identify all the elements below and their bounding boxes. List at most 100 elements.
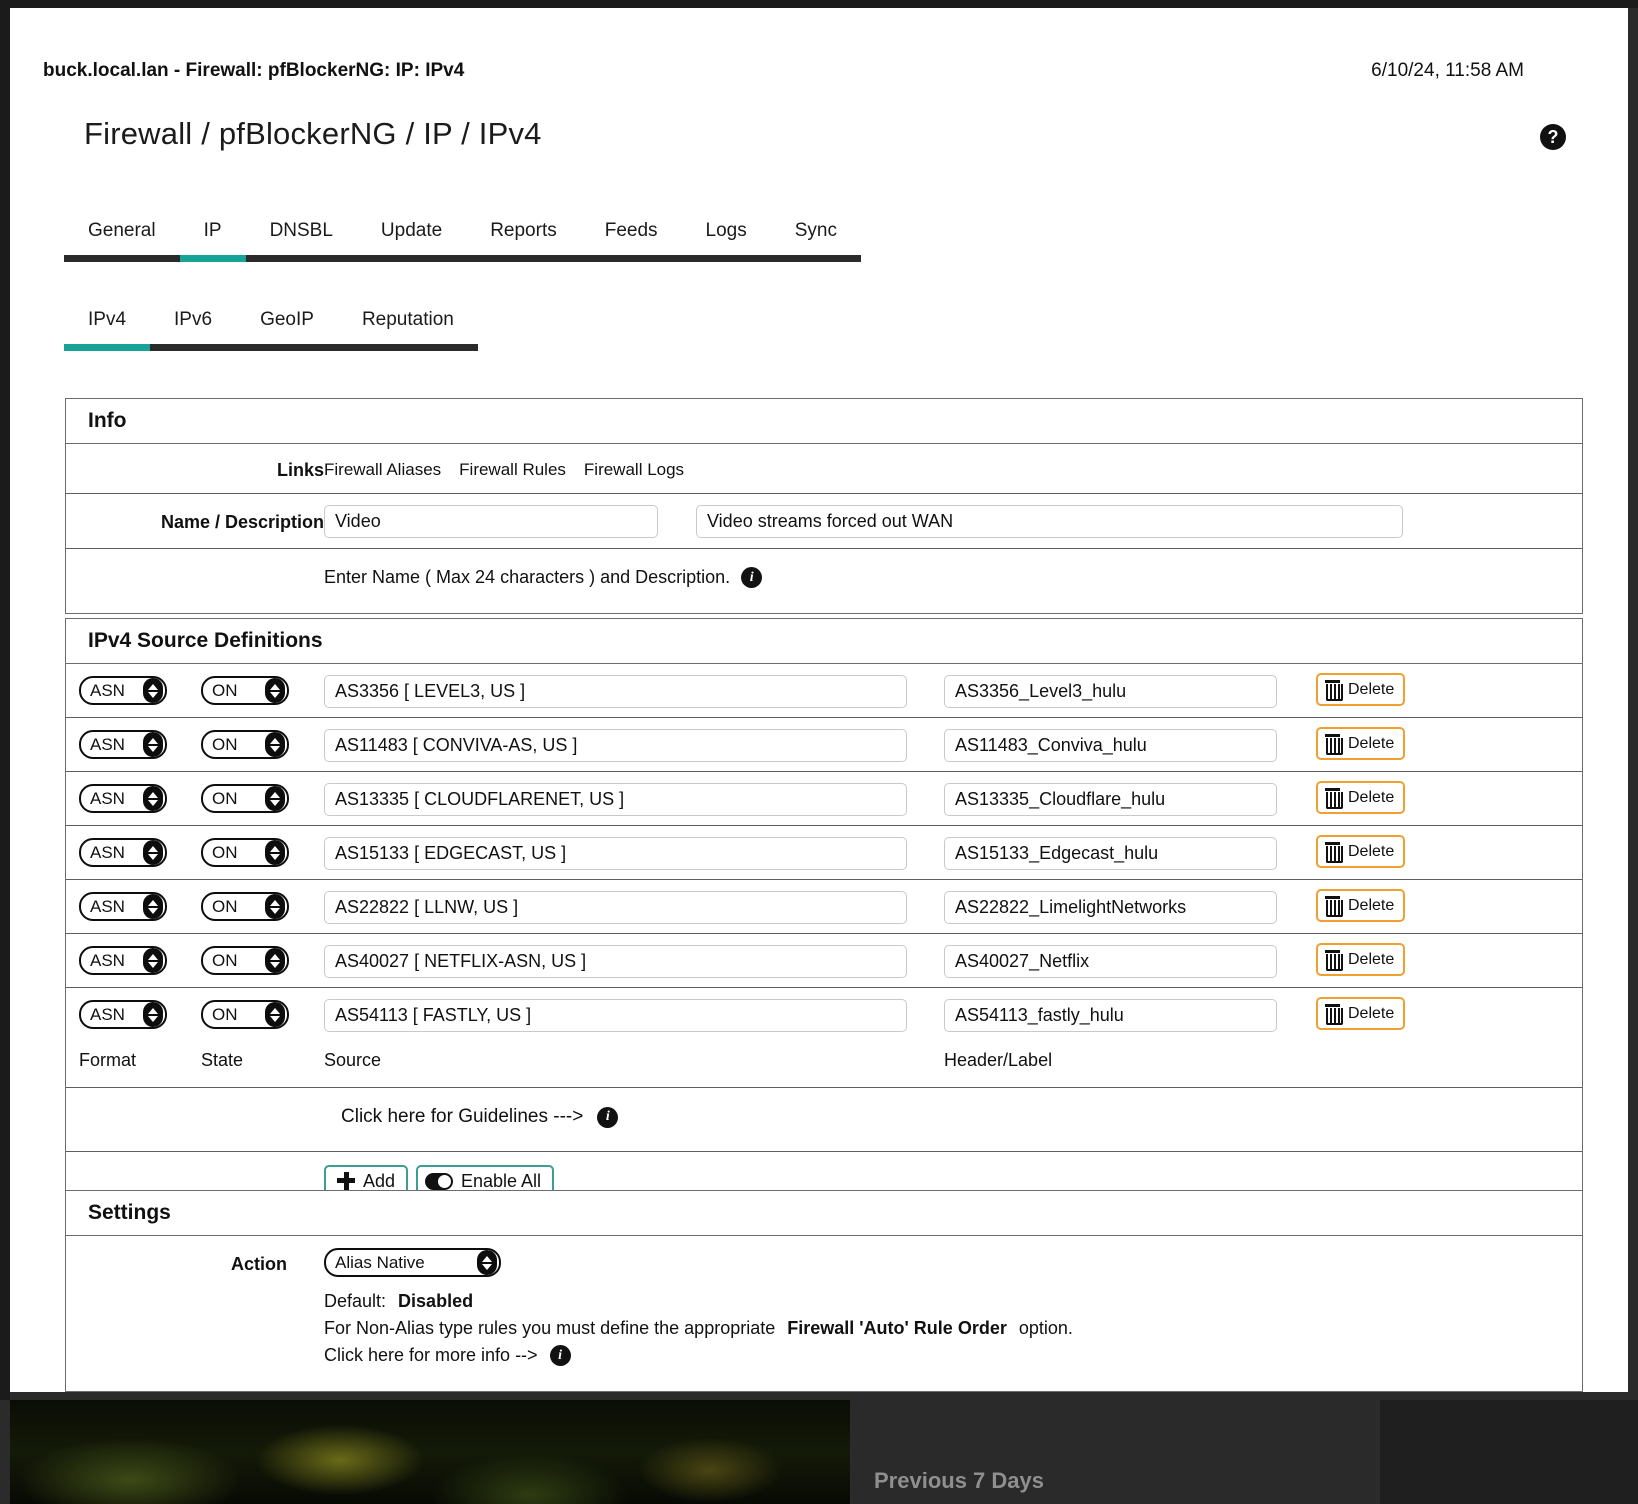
tab-dnsbl[interactable]: DNSBL (245, 220, 357, 262)
delete-button[interactable]: Delete (1316, 889, 1406, 922)
delete-button[interactable]: Delete (1316, 835, 1406, 868)
column-label-source: Source (324, 1050, 382, 1070)
header-label-input[interactable] (944, 837, 1277, 870)
state-select[interactable]: ON (201, 676, 289, 705)
ipv4-source-definitions-panel: IPv4 Source Definitions ASN ON Delete (65, 618, 1583, 1215)
state-select[interactable]: ON (201, 730, 289, 759)
guidelines-info-icon[interactable]: i (597, 1106, 619, 1128)
desktop-left-edge (0, 8, 10, 1400)
chevron-updown-icon (143, 894, 163, 919)
state-select-value: ON (212, 788, 238, 808)
tab-feeds[interactable]: Feeds (580, 220, 682, 262)
state-select[interactable]: ON (201, 784, 289, 813)
action-default-value: Disabled (398, 1291, 474, 1311)
subtab-ipv6-label: IPv6 (174, 309, 213, 330)
format-select[interactable]: ASN (79, 784, 167, 813)
state-select-value: ON (212, 950, 238, 970)
header-label-input[interactable] (944, 945, 1277, 978)
action-note-line: For Non-Alias type rules you must define… (324, 1315, 1582, 1342)
action-select[interactable]: Alias Native (324, 1248, 501, 1277)
header-label-input[interactable] (944, 729, 1277, 762)
format-select[interactable]: ASN (79, 676, 167, 705)
chevron-updown-icon (265, 894, 285, 919)
delete-button-label: Delete (1348, 1004, 1395, 1022)
chevron-updown-icon (143, 678, 163, 703)
action-more-info-line[interactable]: Click here for more info --> i (324, 1342, 1582, 1369)
more-info-icon[interactable]: i (549, 1345, 571, 1366)
chevron-updown-icon (143, 1002, 163, 1027)
action-row: Action Alias Native Default: Disabled Fo… (66, 1236, 1582, 1391)
link-firewall-rules[interactable]: Firewall Rules (459, 460, 566, 480)
page-header: Firewall / pfBlockerNG / IP / IPv4 ? (10, 90, 1628, 168)
source-input[interactable] (324, 783, 907, 816)
source-definitions-title: IPv4 Source Definitions (66, 619, 1582, 664)
window-title-bar: buck.local.lan - Firewall: pfBlockerNG: … (10, 8, 1628, 90)
state-select[interactable]: ON (201, 892, 289, 921)
source-input[interactable] (324, 729, 907, 762)
subtab-ipv4[interactable]: IPv4 (64, 309, 151, 351)
name-hint: Enter Name ( Max 24 characters ) and Des… (324, 567, 763, 588)
trash-icon (1323, 895, 1343, 917)
help-icon[interactable]: ? (1540, 124, 1566, 150)
subtab-reputation-label: Reputation (361, 309, 454, 330)
tab-sync-label: Sync (794, 220, 837, 241)
subtab-reputation[interactable]: Reputation (337, 309, 478, 351)
tab-sync[interactable]: Sync (770, 220, 861, 262)
chevron-updown-icon (265, 1002, 285, 1027)
delete-button[interactable]: Delete (1316, 727, 1406, 760)
state-select[interactable]: ON (201, 1000, 289, 1029)
format-select[interactable]: ASN (79, 892, 167, 921)
header-label-input[interactable] (944, 999, 1277, 1032)
desktop-panel-label: Previous 7 Days (874, 1468, 1044, 1493)
tab-ip[interactable]: IP (179, 220, 246, 262)
settings-panel-title: Settings (66, 1191, 1582, 1236)
tab-sync-underline (770, 255, 861, 262)
delete-button[interactable]: Delete (1316, 943, 1406, 976)
source-input[interactable] (324, 675, 907, 708)
format-select[interactable]: ASN (79, 946, 167, 975)
description-input[interactable] (696, 505, 1403, 538)
name-input[interactable] (324, 505, 658, 538)
action-select-value: Alias Native (335, 1252, 425, 1272)
link-firewall-logs[interactable]: Firewall Logs (584, 460, 684, 480)
delete-button-label: Delete (1348, 842, 1395, 860)
plus-icon (337, 1172, 355, 1190)
action-more-info-text: Click here for more info --> (324, 1345, 538, 1365)
tab-update[interactable]: Update (356, 220, 467, 262)
tab-ip-label: IP (203, 220, 222, 241)
source-row: ASN ON Delete (66, 826, 1582, 880)
info-icon[interactable]: i (741, 567, 763, 588)
tab-reports[interactable]: Reports (466, 220, 581, 262)
tab-logs[interactable]: Logs (681, 220, 771, 262)
trash-icon (1323, 679, 1343, 701)
state-select[interactable]: ON (201, 838, 289, 867)
delete-button[interactable]: Delete (1316, 997, 1406, 1030)
header-label-input[interactable] (944, 783, 1277, 816)
header-label-input[interactable] (944, 675, 1277, 708)
format-select[interactable]: ASN (79, 730, 167, 759)
tab-feeds-label: Feeds (604, 220, 658, 241)
chevron-updown-icon (265, 840, 285, 865)
state-select[interactable]: ON (201, 946, 289, 975)
format-select[interactable]: ASN (79, 838, 167, 867)
state-select-value: ON (212, 842, 238, 862)
tab-update-underline (356, 255, 467, 262)
header-label-input[interactable] (944, 891, 1277, 924)
format-select-value: ASN (90, 680, 125, 700)
source-input[interactable] (324, 837, 907, 870)
source-input[interactable] (324, 945, 907, 978)
guidelines-link[interactable]: Click here for Guidelines ---> i (341, 1106, 619, 1128)
tab-general[interactable]: General (64, 220, 180, 262)
delete-button[interactable]: Delete (1316, 673, 1406, 706)
delete-button[interactable]: Delete (1316, 781, 1406, 814)
trash-icon (1323, 787, 1343, 809)
desktop-right-panel (1380, 1400, 1638, 1504)
format-select[interactable]: ASN (79, 1000, 167, 1029)
delete-button-label: Delete (1348, 950, 1395, 968)
source-input[interactable] (324, 999, 907, 1032)
toggle-icon (425, 1172, 453, 1190)
subtab-ipv6[interactable]: IPv6 (150, 309, 237, 351)
source-input[interactable] (324, 891, 907, 924)
link-firewall-aliases[interactable]: Firewall Aliases (324, 460, 441, 480)
subtab-geoip[interactable]: GeoIP (236, 309, 338, 351)
